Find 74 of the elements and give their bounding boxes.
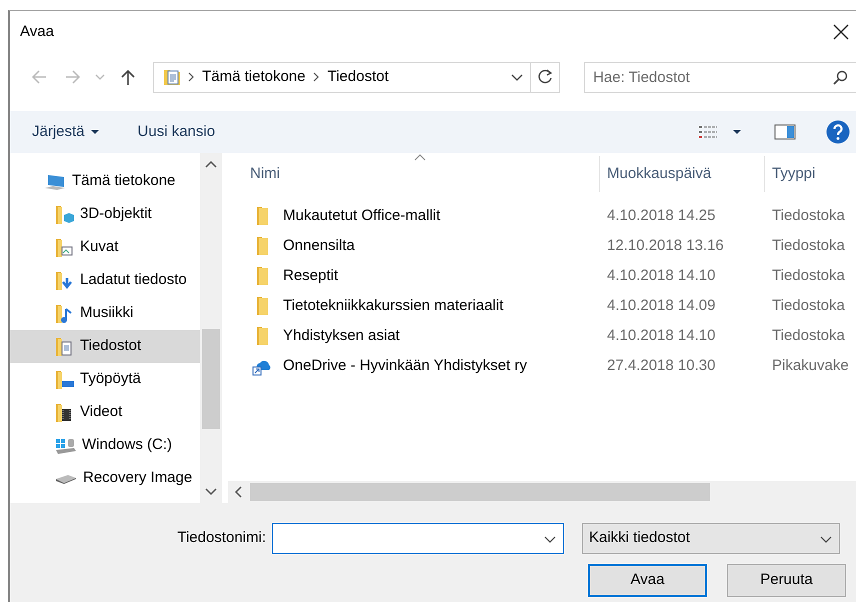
documents-folder-icon bbox=[162, 67, 182, 87]
sidebar-item[interactable]: Windows (C:) bbox=[10, 429, 200, 462]
file-name[interactable]: Onnensilta bbox=[283, 234, 355, 258]
file-type: Tiedostoka bbox=[772, 296, 845, 314]
sort-ascending-icon bbox=[414, 154, 426, 161]
file-type: Tiedostoka bbox=[772, 236, 845, 254]
modified-date: 12.10.2018 13.16 bbox=[607, 236, 724, 254]
sidebar-item[interactable]: Ladatut tiedosto bbox=[10, 264, 200, 297]
sidebar-item[interactable]: Tiedostot bbox=[10, 330, 200, 363]
sidebar-item[interactable]: Tämä tietokone bbox=[10, 165, 200, 198]
cancel-button[interactable]: Peruuta bbox=[727, 564, 846, 597]
file-name[interactable]: Tietotekniikkakurssien materiaalit bbox=[283, 294, 504, 318]
scrollbar-thumb[interactable] bbox=[250, 483, 710, 501]
horizontal-scrollbar[interactable] bbox=[228, 481, 856, 503]
caret-down-icon bbox=[90, 128, 100, 136]
organize-button[interactable]: Järjestä bbox=[24, 116, 108, 148]
up-arrow-icon bbox=[119, 68, 138, 86]
address-bar[interactable]: Tämä tietokone Tiedostot bbox=[153, 62, 560, 92]
modified-date: 4.10.2018 14.25 bbox=[607, 206, 716, 224]
vertical-scrollbar[interactable] bbox=[200, 153, 222, 503]
file-name[interactable]: Yhdistyksen asiat bbox=[283, 324, 400, 348]
column-header[interactable]: Muokkauspäivä bbox=[600, 156, 765, 192]
breadcrumb-item[interactable]: Tiedostot bbox=[321, 66, 395, 88]
chevron-right-icon bbox=[311, 71, 322, 83]
drive-icon bbox=[55, 474, 77, 484]
breadcrumb-item[interactable]: Tämä tietokone bbox=[196, 66, 312, 88]
sidebar-item[interactable]: Työpöytä bbox=[10, 363, 200, 396]
sidebar-item[interactable]: Kuvat bbox=[10, 231, 200, 264]
modified-date: 27.4.2018 10.30 bbox=[607, 356, 716, 374]
preview-pane-icon bbox=[774, 124, 796, 140]
file-type-dropdown[interactable]: Kaikki tiedostot bbox=[582, 523, 840, 554]
folder-icon bbox=[257, 267, 268, 285]
search-icon bbox=[832, 70, 848, 86]
folder-icon bbox=[257, 237, 268, 255]
refresh-icon[interactable] bbox=[536, 68, 554, 86]
file-name[interactable]: Reseptit bbox=[283, 264, 338, 288]
folder-icon bbox=[257, 327, 268, 345]
file-type: Pikakuvake bbox=[772, 356, 849, 374]
modified-date: 4.10.2018 14.10 bbox=[607, 266, 716, 284]
search-field[interactable]: Hae: Tiedostot bbox=[584, 62, 856, 92]
column-header[interactable]: Tyyppi bbox=[765, 156, 856, 192]
filename-field[interactable] bbox=[272, 523, 564, 554]
column-header[interactable]: Nimi bbox=[228, 156, 600, 192]
sidebar-item[interactable]: Musiikki bbox=[10, 297, 200, 330]
modified-date: 4.10.2018 14.10 bbox=[607, 326, 716, 344]
back-arrow-icon bbox=[30, 68, 48, 86]
file-type: Tiedostoka bbox=[772, 266, 845, 284]
scroll-left-icon[interactable] bbox=[233, 485, 243, 499]
window-title: Avaa bbox=[20, 22, 54, 42]
file-type: Tiedostoka bbox=[772, 326, 845, 344]
new-folder-button[interactable]: Uusi kansio bbox=[130, 116, 224, 148]
chevron-right-icon bbox=[186, 71, 196, 83]
forward-arrow-icon bbox=[64, 68, 82, 86]
sidebar-item[interactable]: Videot bbox=[10, 396, 200, 429]
objects-folder-icon bbox=[54, 204, 76, 224]
help-icon bbox=[826, 120, 850, 144]
scrollbar-thumb[interactable] bbox=[202, 329, 220, 429]
file-name[interactable]: OneDrive - Hyvinkään Yhdistykset ry bbox=[283, 354, 527, 378]
file-name[interactable]: Mukautetut Office-mallit bbox=[283, 204, 440, 228]
folder-icon bbox=[257, 207, 268, 225]
open-button[interactable]: Avaa bbox=[588, 564, 707, 597]
modified-date: 4.10.2018 14.09 bbox=[607, 296, 716, 314]
chevron-down-icon bbox=[95, 74, 106, 80]
caret-down-icon bbox=[732, 128, 742, 136]
folder-icon bbox=[257, 297, 268, 315]
details-view-icon bbox=[698, 124, 718, 140]
close-icon bbox=[833, 24, 849, 40]
sidebar-item[interactable]: 3D-objektit bbox=[10, 198, 200, 231]
scroll-down-icon[interactable] bbox=[204, 487, 218, 497]
filename-label: Tiedostonimi: bbox=[176, 528, 267, 548]
scroll-up-icon[interactable] bbox=[204, 159, 218, 169]
file-type: Tiedostoka bbox=[772, 206, 845, 224]
sidebar-item[interactable]: Recovery Image bbox=[10, 462, 200, 495]
desktop-folder-icon bbox=[54, 370, 76, 390]
